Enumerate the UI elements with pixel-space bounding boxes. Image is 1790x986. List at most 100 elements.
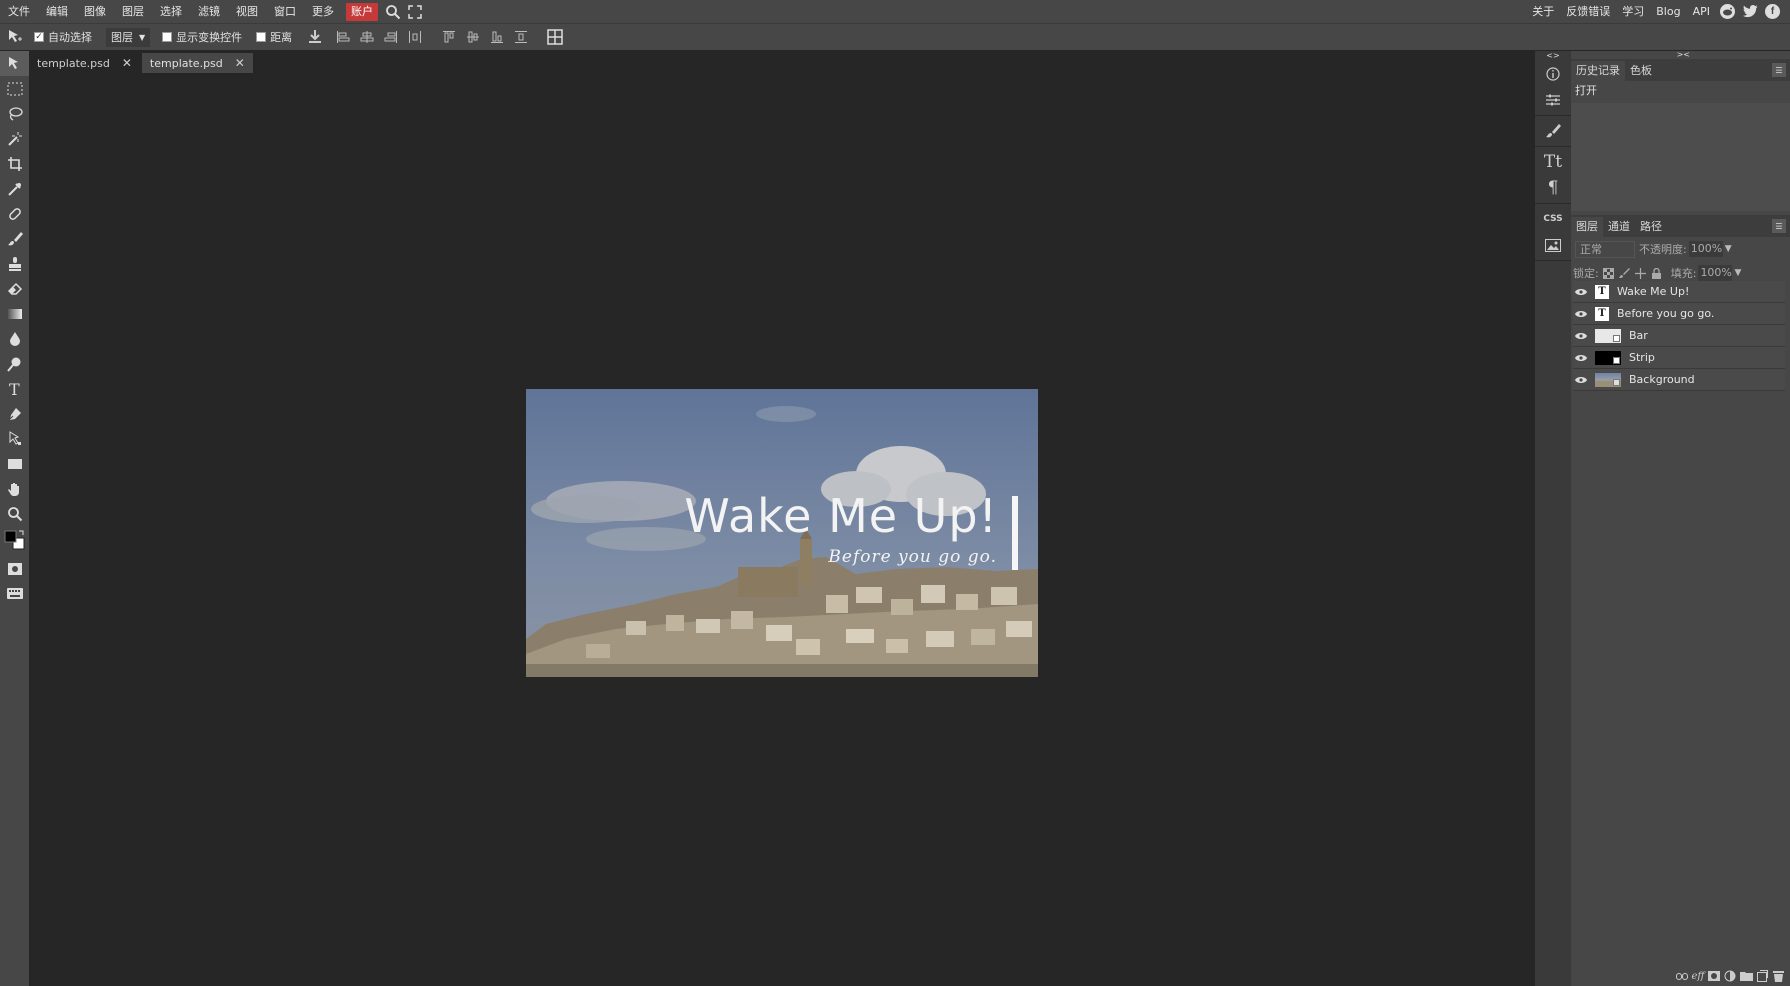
add-mask-icon[interactable] [1706,968,1722,984]
link-api[interactable]: API [1687,0,1716,23]
opacity-dropdown-icon[interactable]: ▼ [1725,244,1732,254]
layer-row[interactable]: T Before you go go. [1573,303,1785,325]
panel-menu-icon[interactable]: ☰ [1772,63,1786,77]
distribute-vertical-icon[interactable] [510,26,532,48]
facebook-icon[interactable]: f [1765,4,1780,19]
distribute-horizontal-icon[interactable] [404,26,426,48]
clone-stamp-tool-icon[interactable] [0,251,29,276]
menu-image[interactable]: 图像 [76,0,114,23]
document-tab[interactable]: template.psd ✕ [29,53,140,73]
align-top-icon[interactable] [438,26,460,48]
download-icon[interactable] [304,26,326,48]
css-icon[interactable]: CSS [1535,206,1571,232]
keyboard-icon[interactable] [0,581,29,606]
history-entry[interactable]: 打开 [1571,81,1790,101]
menu-window[interactable]: 窗口 [266,0,304,23]
link-learn[interactable]: 学习 [1616,0,1650,23]
close-icon[interactable]: ✕ [122,56,132,70]
magic-wand-tool-icon[interactable] [0,126,29,151]
eye-icon[interactable] [1573,325,1589,347]
menu-layer[interactable]: 图层 [114,0,152,23]
search-icon[interactable] [382,0,404,23]
menu-select[interactable]: 选择 [152,0,190,23]
tab-swatches[interactable]: 色板 [1625,61,1657,81]
link-about[interactable]: 关于 [1526,0,1560,23]
properties-icon[interactable] [1535,87,1571,113]
lock-pixels-icon[interactable] [1618,267,1631,280]
lock-transparency-icon[interactable] [1602,267,1615,280]
tab-channels[interactable]: 通道 [1603,217,1635,237]
brush-tool-icon[interactable] [0,226,29,251]
healing-brush-tool-icon[interactable] [0,201,29,226]
link-blog[interactable]: Blog [1650,0,1686,23]
eye-icon[interactable] [1573,347,1589,369]
adjustment-layer-icon[interactable] [1722,968,1738,984]
tab-history[interactable]: 历史记录 [1571,61,1625,81]
menu-view[interactable]: 视图 [228,0,266,23]
twitter-icon[interactable] [1739,0,1761,23]
eye-icon[interactable] [1573,303,1589,325]
delete-layer-icon[interactable] [1770,968,1786,984]
lock-position-icon[interactable] [1634,267,1647,280]
align-center-icon[interactable] [356,26,378,48]
move-tool-icon[interactable] [0,51,29,76]
layer-row[interactable]: Strip [1573,347,1785,369]
menu-more[interactable]: 更多 [304,0,342,23]
fill-dropdown-icon[interactable]: ▼ [1734,268,1741,278]
eye-icon[interactable] [1573,369,1589,391]
link-report-bug[interactable]: 反馈错误 [1560,0,1616,23]
quick-mask-icon[interactable] [0,556,29,581]
path-select-tool-icon[interactable] [0,426,29,451]
layer-row[interactable]: Bar [1573,325,1785,347]
align-right-icon[interactable] [380,26,402,48]
layer-row[interactable]: T Wake Me Up! [1573,281,1785,303]
align-middle-icon[interactable] [462,26,484,48]
auto-select-checkbox[interactable]: ✓ 自动选择 [34,29,92,45]
pen-tool-icon[interactable] [0,401,29,426]
eraser-tool-icon[interactable] [0,276,29,301]
hand-tool-icon[interactable] [0,476,29,501]
crop-tool-icon[interactable] [0,151,29,176]
reddit-icon[interactable] [1720,4,1735,19]
distance-checkbox[interactable]: 距离 [256,29,292,45]
move-tool-preset-icon[interactable] [4,26,26,48]
color-swatches-icon[interactable] [0,526,29,556]
tab-paths[interactable]: 路径 [1635,217,1667,237]
show-transform-checkbox[interactable]: 显示变换控件 [162,29,242,45]
menu-filter[interactable]: 滤镜 [190,0,228,23]
character-icon[interactable]: Tt [1535,149,1571,175]
opacity-input[interactable]: 100% [1688,241,1723,257]
menu-account[interactable]: 账户 [346,2,378,21]
close-icon[interactable]: ✕ [235,56,245,70]
rectangle-tool-icon[interactable] [0,451,29,476]
dodge-tool-icon[interactable] [0,351,29,376]
type-tool-icon[interactable]: T [0,376,29,401]
info-icon[interactable] [1535,61,1571,87]
align-bottom-icon[interactable] [486,26,508,48]
layer-effects-icon[interactable]: eff [1690,968,1706,984]
menu-edit[interactable]: 编辑 [38,0,76,23]
menu-file[interactable]: 文件 [0,0,38,23]
paragraph-icon[interactable]: ¶ [1535,175,1571,201]
new-group-icon[interactable] [1738,968,1754,984]
lock-all-icon[interactable] [1650,267,1663,280]
layer-row[interactable]: Background [1573,369,1785,391]
zoom-tool-icon[interactable] [0,501,29,526]
expand-panels-icon[interactable]: <> [1535,51,1571,61]
blur-tool-icon[interactable] [0,326,29,351]
document-canvas[interactable]: Wake Me Up! Before you go go. [526,389,1038,677]
document-tab-active[interactable]: template.psd ✕ [141,53,253,73]
brush-settings-icon[interactable] [1535,118,1571,144]
gradient-tool-icon[interactable] [0,301,29,326]
fullscreen-icon[interactable] [404,0,426,23]
grid-icon[interactable] [544,26,566,48]
blend-mode-dropdown[interactable]: 正常 [1575,240,1635,258]
image-icon[interactable] [1535,232,1571,258]
lasso-tool-icon[interactable] [0,101,29,126]
new-layer-icon[interactable] [1754,968,1770,984]
eyedropper-tool-icon[interactable] [0,176,29,201]
link-layers-icon[interactable] [1674,968,1690,984]
panel-menu-icon[interactable]: ☰ [1772,219,1786,233]
marquee-tool-icon[interactable] [0,76,29,101]
eye-icon[interactable] [1573,281,1589,303]
